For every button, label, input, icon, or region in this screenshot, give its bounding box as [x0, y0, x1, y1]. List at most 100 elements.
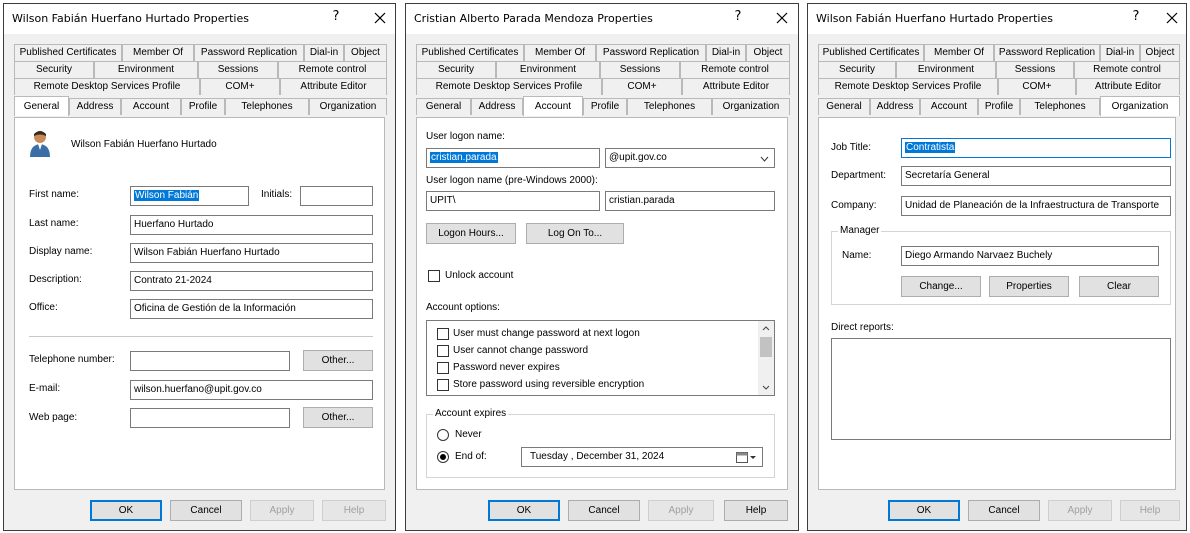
tab-account[interactable]: Account — [121, 98, 181, 115]
tab-security[interactable]: Security — [818, 61, 896, 78]
tab-password-replication[interactable]: Password Replication — [994, 44, 1100, 61]
title-bar[interactable]: Wilson Fabián Huerfano Hurtado Propertie… — [4, 4, 395, 34]
domain-select[interactable]: @upit.gov.co — [605, 148, 775, 168]
help-icon[interactable]: ? — [1126, 9, 1146, 24]
tab-telephones[interactable]: Telephones — [1020, 98, 1100, 115]
help-icon[interactable]: ? — [728, 9, 748, 24]
display-name-input[interactable]: Wilson Fabián Huerfano Hurtado — [130, 243, 373, 263]
title-bar[interactable]: Wilson Fabián Huerfano Hurtado Propertie… — [808, 4, 1186, 34]
telephone-other-button[interactable]: Other... — [303, 350, 373, 371]
web-page-input[interactable] — [130, 408, 290, 428]
description-input[interactable]: Contrato 21-2024 — [130, 271, 373, 291]
tab-account[interactable]: Account — [920, 98, 978, 115]
tab-telephones[interactable]: Telephones — [225, 98, 309, 115]
tab-organization[interactable]: Organization — [1100, 96, 1180, 116]
tab-profile[interactable]: Profile — [181, 98, 225, 115]
web-page-other-button[interactable]: Other... — [303, 407, 373, 428]
tab-general[interactable]: General — [416, 98, 471, 115]
help-button[interactable]: Help — [1120, 500, 1180, 521]
tab-remote-desktop-services-profile[interactable]: Remote Desktop Services Profile — [14, 78, 200, 95]
cancel-button[interactable]: Cancel — [170, 500, 242, 521]
tab-profile[interactable]: Profile — [978, 98, 1020, 115]
tab-remote-control[interactable]: Remote control — [278, 61, 387, 78]
tab-sessions[interactable]: Sessions — [996, 61, 1074, 78]
close-icon[interactable] — [1160, 7, 1184, 29]
end-date-picker[interactable]: Tuesday , December 31, 2024 — [521, 447, 763, 467]
tab-organization[interactable]: Organization — [309, 98, 387, 115]
tab-address[interactable]: Address — [69, 98, 121, 115]
close-icon[interactable] — [368, 7, 392, 29]
unlock-account-checkbox[interactable] — [428, 270, 440, 282]
tab-environment[interactable]: Environment — [94, 61, 198, 78]
first-name-input[interactable]: Wilson Fabián — [130, 186, 249, 206]
change-button[interactable]: Change... — [901, 276, 981, 297]
tab-object[interactable]: Object — [1140, 44, 1180, 61]
logon-hours-button[interactable]: Logon Hours... — [426, 223, 516, 244]
tab-address[interactable]: Address — [471, 98, 523, 115]
tab-remote-control[interactable]: Remote control — [1074, 61, 1180, 78]
tab-password-replication[interactable]: Password Replication — [194, 44, 304, 61]
tab-dial-in[interactable]: Dial-in — [706, 44, 746, 61]
tab-general[interactable]: General — [818, 98, 870, 115]
tab-environment[interactable]: Environment — [896, 61, 996, 78]
ok-button[interactable]: OK — [488, 500, 560, 521]
tab-remote-control[interactable]: Remote control — [680, 61, 790, 78]
help-button[interactable]: Help — [724, 500, 788, 521]
job-title-input[interactable]: Contratista — [901, 138, 1171, 158]
option-checkbox[interactable] — [437, 328, 449, 340]
tab-member-of[interactable]: Member Of — [524, 44, 596, 61]
tab-published-certificates[interactable]: Published Certificates — [416, 44, 524, 61]
tab-attribute-editor[interactable]: Attribute Editor — [682, 78, 790, 95]
pre2000-domain-input[interactable]: UPIT\ — [426, 191, 600, 211]
properties-button[interactable]: Properties — [989, 276, 1069, 297]
direct-reports-list[interactable] — [831, 338, 1171, 440]
tab-password-replication[interactable]: Password Replication — [596, 44, 706, 61]
close-icon[interactable] — [770, 7, 794, 29]
tab-profile[interactable]: Profile — [583, 98, 627, 115]
tab-dial-in[interactable]: Dial-in — [304, 44, 344, 61]
tab-sessions[interactable]: Sessions — [600, 61, 680, 78]
tab-published-certificates[interactable]: Published Certificates — [818, 44, 924, 61]
apply-button[interactable]: Apply — [648, 500, 714, 521]
logon-name-input[interactable]: cristian.parada — [426, 148, 600, 168]
tab-remote-desktop-services-profile[interactable]: Remote Desktop Services Profile — [818, 78, 998, 95]
initials-input[interactable] — [300, 186, 373, 206]
tab-published-certificates[interactable]: Published Certificates — [14, 44, 122, 61]
scroll-thumb[interactable] — [760, 337, 772, 357]
tab-security[interactable]: Security — [416, 61, 496, 78]
tab-attribute-editor[interactable]: Attribute Editor — [1076, 78, 1180, 95]
tab-general[interactable]: General — [14, 96, 69, 116]
tab-account[interactable]: Account — [523, 96, 583, 116]
telephone-input[interactable] — [130, 351, 290, 371]
tab-object[interactable]: Object — [344, 44, 387, 61]
tab-remote-desktop-services-profile[interactable]: Remote Desktop Services Profile — [416, 78, 602, 95]
tab-member-of[interactable]: Member Of — [924, 44, 994, 61]
tab-telephones[interactable]: Telephones — [627, 98, 712, 115]
tab-member-of[interactable]: Member Of — [122, 44, 194, 61]
options-scrollbar[interactable] — [758, 321, 774, 395]
tab-com-plus[interactable]: COM+ — [602, 78, 682, 95]
clear-button[interactable]: Clear — [1079, 276, 1159, 297]
tab-attribute-editor[interactable]: Attribute Editor — [280, 78, 387, 95]
tab-object[interactable]: Object — [746, 44, 790, 61]
tab-sessions[interactable]: Sessions — [198, 61, 278, 78]
office-input[interactable]: Oficina de Gestión de la Información — [130, 299, 373, 319]
pre2000-name-input[interactable]: cristian.parada — [605, 191, 775, 211]
manager-name-input[interactable]: Diego Armando Narvaez Buchely — [901, 246, 1159, 266]
department-input[interactable]: Secretaría General — [901, 166, 1171, 186]
tab-com-plus[interactable]: COM+ — [998, 78, 1076, 95]
last-name-input[interactable]: Huerfano Hurtado — [130, 215, 373, 235]
help-icon[interactable]: ? — [326, 9, 346, 24]
option-checkbox[interactable] — [437, 379, 449, 391]
title-bar[interactable]: Cristian Alberto Parada Mendoza Properti… — [406, 4, 798, 34]
apply-button[interactable]: Apply — [1048, 500, 1112, 521]
end-of-radio[interactable] — [437, 451, 449, 463]
option-checkbox[interactable] — [437, 345, 449, 357]
ok-button[interactable]: OK — [90, 500, 162, 521]
apply-button[interactable]: Apply — [250, 500, 314, 521]
cancel-button[interactable]: Cancel — [968, 500, 1040, 521]
never-radio[interactable] — [437, 429, 449, 441]
tab-environment[interactable]: Environment — [496, 61, 600, 78]
ok-button[interactable]: OK — [888, 500, 960, 521]
email-input[interactable]: wilson.huerfano@upit.gov.co — [130, 380, 373, 400]
